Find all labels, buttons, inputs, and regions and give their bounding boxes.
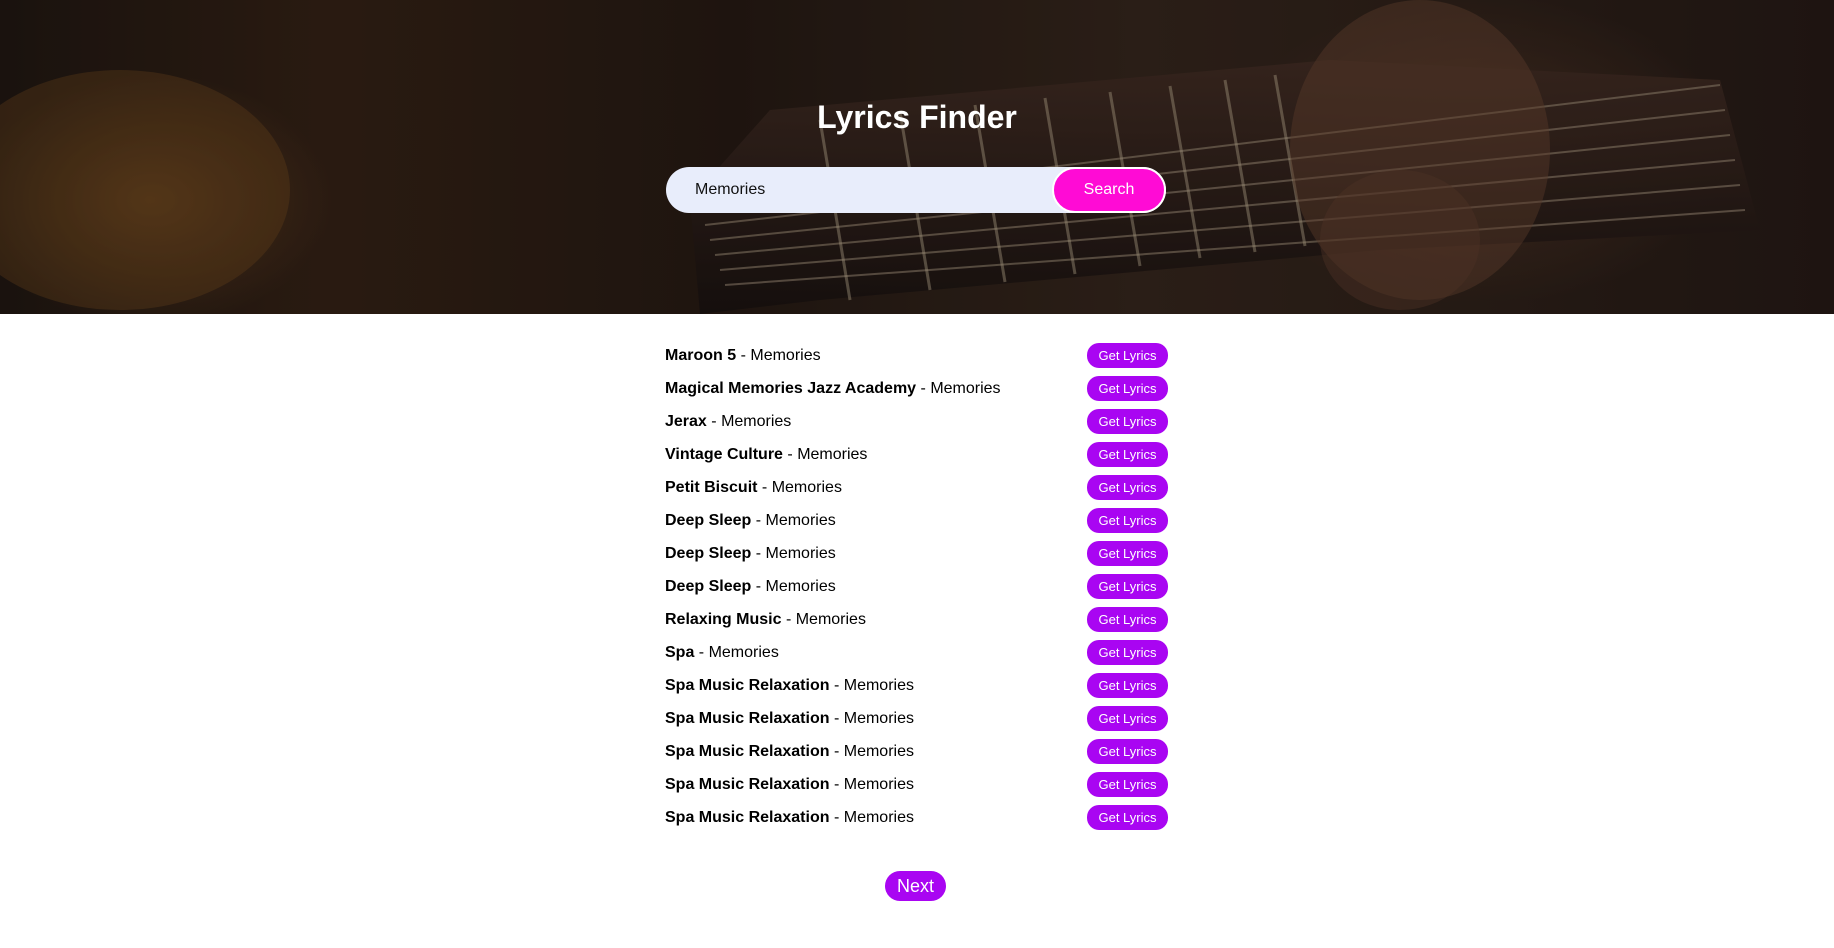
result-item: Deep Sleep - Memories Get Lyrics xyxy=(665,504,1168,537)
hero-header: Lyrics Finder Search xyxy=(0,0,1834,314)
artist-name: Deep Sleep xyxy=(665,577,752,595)
result-item: Spa Music Relaxation - Memories Get Lyric… xyxy=(665,669,1168,702)
song-info: Spa Music Relaxation - Memories xyxy=(665,776,914,794)
get-lyrics-button[interactable]: Get Lyrics xyxy=(1087,640,1168,665)
artist-name: Vintage Culture xyxy=(665,445,783,463)
result-item: Spa Music Relaxation - Memories Get Lyric… xyxy=(665,702,1168,735)
get-lyrics-button[interactable]: Get Lyrics xyxy=(1087,475,1168,500)
song-info: Spa Music Relaxation - Memories xyxy=(665,677,914,695)
result-item: Relaxing Music - Memories Get Lyrics xyxy=(665,603,1168,636)
artist-name: Spa Music Relaxation xyxy=(665,742,830,760)
song-info: Spa Music Relaxation - Memories xyxy=(665,743,914,761)
hero-content: Lyrics Finder Search xyxy=(0,0,1834,314)
song-info: Spa Music Relaxation - Memories xyxy=(665,809,914,827)
artist-title-separator: - xyxy=(833,775,840,793)
song-title: Memories xyxy=(843,709,914,727)
result-item: Spa Music Relaxation - Memories Get Lyric… xyxy=(665,801,1168,834)
result-item: Petit Biscuit - Memories Get Lyrics xyxy=(665,471,1168,504)
song-title: Memories xyxy=(771,478,842,496)
artist-name: Maroon 5 xyxy=(665,346,737,364)
result-item: Jerax - Memories Get Lyrics xyxy=(665,405,1168,438)
song-info: Magical Memories Jazz Academy - Memories xyxy=(665,380,1001,398)
artist-title-separator: - xyxy=(740,346,746,364)
artist-title-separator: - xyxy=(711,412,717,430)
artist-title-separator: - xyxy=(833,742,840,760)
song-info: Relaxing Music - Memories xyxy=(665,611,866,629)
artist-name: Spa Music Relaxation xyxy=(665,775,830,793)
song-title: Memories xyxy=(765,544,836,562)
app-title: Lyrics Finder xyxy=(817,99,1017,135)
get-lyrics-button[interactable]: Get Lyrics xyxy=(1087,409,1168,434)
result-item: Magical Memories Jazz Academy - Memories… xyxy=(665,372,1168,405)
artist-name: Spa Music Relaxation xyxy=(665,676,830,694)
song-title: Memories xyxy=(843,775,914,793)
result-item: Spa Music Relaxation - Memories Get Lyric… xyxy=(665,768,1168,801)
song-info: Deep Sleep - Memories xyxy=(665,545,836,563)
song-info: Deep Sleep - Memories xyxy=(665,578,836,596)
result-item: Deep Sleep - Memories Get Lyrics xyxy=(665,570,1168,603)
song-info: Deep Sleep - Memories xyxy=(665,512,836,530)
artist-name: Jerax xyxy=(665,412,707,430)
get-lyrics-button[interactable]: Get Lyrics xyxy=(1087,706,1168,731)
song-info: Spa Music Relaxation - Memories xyxy=(665,710,914,728)
song-info: Vintage Culture - Memories xyxy=(665,446,867,464)
result-item: Spa Music Relaxation - Memories Get Lyric… xyxy=(665,735,1168,768)
result-item: Deep Sleep - Memories Get Lyrics xyxy=(665,537,1168,570)
artist-name: Deep Sleep xyxy=(665,544,752,562)
artist-title-separator: - xyxy=(833,709,840,727)
song-title: Memories xyxy=(721,412,792,430)
artist-name: Spa Music Relaxation xyxy=(665,808,830,826)
results-list: Maroon 5 - Memories Get Lyrics Magical Mem… xyxy=(665,339,1168,834)
artist-name: Deep Sleep xyxy=(665,511,752,529)
result-item: Spa - Memories Get Lyrics xyxy=(665,636,1168,669)
get-lyrics-button[interactable]: Get Lyrics xyxy=(1087,442,1168,467)
artist-title-separator: - xyxy=(755,577,762,595)
song-title: Memories xyxy=(750,346,821,364)
artist-title-separator: - xyxy=(755,544,762,562)
artist-name: Magical Memories Jazz Academy xyxy=(665,379,917,397)
search-button[interactable]: Search xyxy=(1052,167,1166,213)
song-info: Maroon 5 - Memories xyxy=(665,347,821,365)
artist-title-separator: - xyxy=(785,610,792,628)
artist-title-separator: - xyxy=(920,379,926,397)
result-item: Vintage Culture - Memories Get Lyrics xyxy=(665,438,1168,471)
song-title: Memories xyxy=(708,643,779,661)
next-page-button[interactable]: Next xyxy=(885,871,946,901)
artist-title-separator: - xyxy=(833,676,840,694)
artist-title-separator: - xyxy=(755,511,762,529)
artist-title-separator: - xyxy=(761,478,768,496)
song-title: Memories xyxy=(843,808,914,826)
artist-title-separator: - xyxy=(787,445,793,463)
artist-name: Relaxing Music xyxy=(665,610,782,628)
song-title: Memories xyxy=(765,511,836,529)
song-title: Memories xyxy=(930,379,1001,397)
search-input[interactable] xyxy=(666,167,1056,213)
get-lyrics-button[interactable]: Get Lyrics xyxy=(1087,673,1168,698)
song-title: Memories xyxy=(843,676,914,694)
artist-name: Petit Biscuit xyxy=(665,478,758,496)
get-lyrics-button[interactable]: Get Lyrics xyxy=(1087,376,1168,401)
song-info: Petit Biscuit - Memories xyxy=(665,479,842,497)
get-lyrics-button[interactable]: Get Lyrics xyxy=(1087,805,1168,830)
song-title: Memories xyxy=(765,577,836,595)
get-lyrics-button[interactable]: Get Lyrics xyxy=(1087,508,1168,533)
artist-name: Spa xyxy=(665,643,695,661)
get-lyrics-button[interactable]: Get Lyrics xyxy=(1087,343,1168,368)
search-form: Search xyxy=(666,167,1166,213)
song-info: Spa - Memories xyxy=(665,644,779,662)
get-lyrics-button[interactable]: Get Lyrics xyxy=(1087,574,1168,599)
get-lyrics-button[interactable]: Get Lyrics xyxy=(1087,739,1168,764)
song-info: Jerax - Memories xyxy=(665,413,791,431)
song-title: Memories xyxy=(843,742,914,760)
get-lyrics-button[interactable]: Get Lyrics xyxy=(1087,541,1168,566)
song-title: Memories xyxy=(797,445,868,463)
song-title: Memories xyxy=(795,610,866,628)
artist-name: Spa Music Relaxation xyxy=(665,709,830,727)
get-lyrics-button[interactable]: Get Lyrics xyxy=(1087,607,1168,632)
artist-title-separator: - xyxy=(698,643,705,661)
result-item: Maroon 5 - Memories Get Lyrics xyxy=(665,339,1168,372)
get-lyrics-button[interactable]: Get Lyrics xyxy=(1087,772,1168,797)
artist-title-separator: - xyxy=(833,808,840,826)
